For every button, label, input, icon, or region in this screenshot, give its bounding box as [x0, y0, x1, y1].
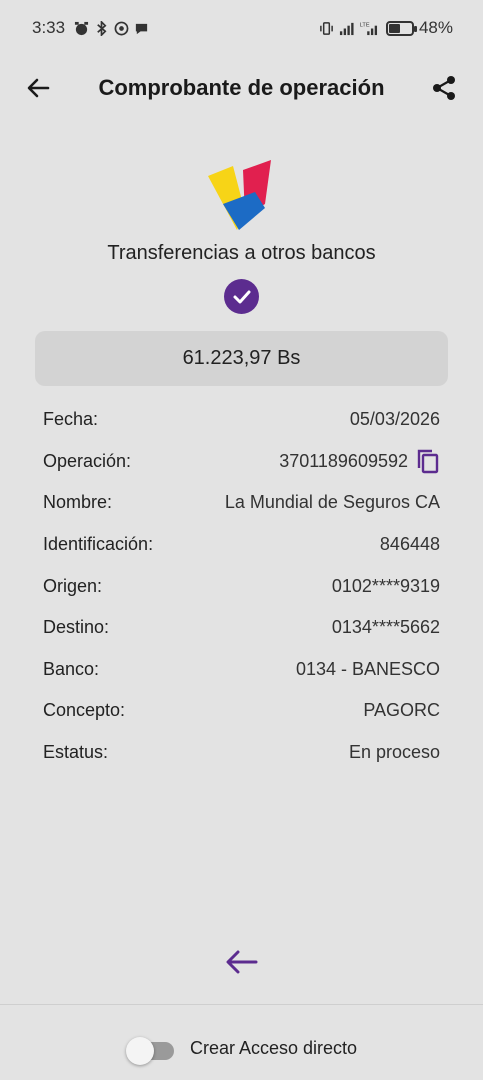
detail-label: Estatus:: [43, 742, 109, 763]
amount-box: 61.223,97 Bs: [35, 331, 448, 386]
bluetooth-icon: [97, 20, 107, 36]
amount-value: 61.223,97 Bs: [182, 347, 301, 369]
shortcut-row: Crear Acceso directo: [0, 1030, 483, 1066]
detail-value: PAGORC: [363, 700, 440, 721]
status-left: 3:33: [32, 18, 149, 38]
detail-row-banco: Banco: 0134 - BANESCO: [43, 649, 440, 691]
detail-row-concepto: Concepto: PAGORC: [43, 690, 440, 732]
detail-label: Banco:: [43, 658, 100, 679]
share-icon: [432, 76, 455, 100]
shortcut-label: Crear Acceso directo: [189, 1037, 358, 1058]
receipt-details: Fecha: 05/03/2026 Operación: 37011896095…: [43, 399, 440, 773]
detail-row-identificacion: Identificación: 846448: [43, 524, 440, 566]
detail-value-wrap: 3701189609592: [279, 448, 440, 474]
success-check-icon: [224, 279, 259, 314]
detail-value: 0134 - BANESCO: [295, 658, 440, 679]
toggle-knob: [125, 1037, 154, 1065]
detail-value: 05/03/2026: [349, 409, 440, 430]
share-button[interactable]: [427, 71, 461, 105]
alarm-icon: [75, 21, 89, 35]
detail-label: Destino:: [43, 617, 110, 638]
app-bar: Comprobante de operación: [0, 60, 483, 116]
bottom-back-arrow-icon[interactable]: [224, 944, 260, 980]
detail-row-fecha: Fecha: 05/03/2026: [43, 399, 440, 441]
shortcut-toggle[interactable]: [125, 1036, 174, 1065]
detail-value: 0102****9319: [331, 575, 440, 596]
detail-label: Identificación:: [43, 534, 154, 555]
detail-value: 846448: [379, 534, 440, 555]
status-bar: 3:33 LTE 48%: [0, 0, 483, 56]
page-title: Comprobante de operación: [98, 75, 385, 100]
detail-row-estatus: Estatus: En proceso: [43, 732, 440, 774]
battery-percent: 48%: [418, 18, 453, 37]
detail-label: Fecha:: [43, 409, 99, 430]
bank-logo: [208, 160, 271, 230]
operation-number: 3701189609592: [279, 450, 408, 471]
signal-icon: [339, 22, 354, 35]
status-value: En proceso: [348, 742, 440, 763]
detail-label: Nombre:: [43, 492, 113, 513]
footer-divider: [0, 1004, 483, 1005]
copy-icon[interactable]: [416, 448, 440, 474]
detail-row-nombre: Nombre: La Mundial de Seguros CA: [43, 482, 440, 524]
arrow-left-icon: [27, 78, 50, 98]
detail-label: Concepto:: [43, 700, 126, 721]
svg-text:LTE: LTE: [360, 22, 370, 28]
detail-label: Operación:: [43, 450, 132, 471]
chat-icon: [135, 23, 148, 34]
transfer-type: Transferencias a otros bancos: [107, 242, 376, 264]
status-time: 3:33: [32, 18, 66, 37]
whatsapp-icon: [114, 21, 129, 35]
status-right: LTE 48%: [319, 18, 453, 38]
detail-row-operacion: Operación: 3701189609592: [43, 441, 440, 483]
detail-row-destino: Destino: 0134****5662: [43, 607, 440, 649]
detail-label: Origen:: [43, 575, 103, 596]
back-button[interactable]: [22, 71, 56, 105]
detail-value: 0134****5662: [331, 617, 440, 638]
detail-row-origen: Origen: 0102****9319: [43, 565, 440, 607]
lte-signal-icon: LTE: [360, 22, 377, 35]
vibrate-icon: [320, 21, 333, 35]
battery-icon: [385, 20, 417, 36]
detail-value: La Mundial de Seguros CA: [224, 492, 440, 513]
